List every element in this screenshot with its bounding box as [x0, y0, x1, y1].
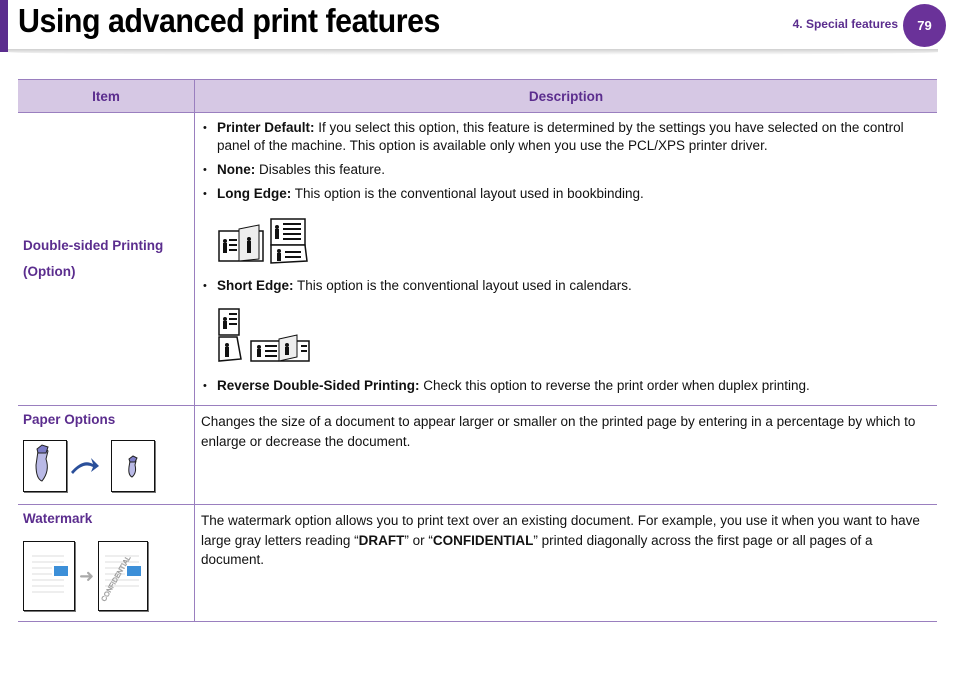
short-edge-binding-icon	[217, 307, 931, 365]
list-item: Long Edge: This option is the convention…	[201, 185, 931, 203]
column-header-description: Description	[194, 79, 937, 113]
item-cell: Paper Options	[18, 405, 195, 505]
page-number-badge: 79	[903, 4, 946, 47]
table-header-row: Item Description	[18, 79, 937, 113]
table-row: Watermark ➜ CONFIDENTIAL The watermark o…	[18, 504, 937, 622]
arrow-right-icon: ➜	[79, 565, 95, 586]
description-cell: The watermark option allows you to print…	[194, 504, 937, 622]
column-header-item: Item	[18, 79, 195, 113]
table-row: Paper Options Changes the size of a docu…	[18, 405, 937, 505]
long-edge-binding-icon	[217, 217, 931, 265]
description-cell: Changes the size of a document to appear…	[194, 405, 937, 505]
features-table: Item Description Double-sided Printing (…	[18, 79, 937, 622]
page-title: Using advanced print features	[18, 2, 440, 39]
item-cell: Double-sided Printing (Option)	[18, 112, 195, 406]
header-divider	[8, 49, 938, 55]
description-cell: Printer Default: If you select this opti…	[194, 112, 937, 406]
scale-document-icon	[23, 440, 189, 492]
item-cell: Watermark ➜ CONFIDENTIAL	[18, 504, 195, 622]
item-name: Double-sided Printing (Option)	[23, 238, 164, 279]
description-text: The watermark option allows you to print…	[201, 513, 920, 567]
item-name: Paper Options	[23, 412, 116, 427]
title-accent-bar	[0, 0, 8, 52]
option-list: Printer Default: If you select this opti…	[201, 119, 931, 203]
section-label: 4. Special features	[792, 17, 898, 31]
watermark-icon: ➜ CONFIDENTIAL	[23, 541, 189, 611]
list-item: Short Edge: This option is the conventio…	[201, 277, 931, 295]
list-item: Reverse Double-Sided Printing: Check thi…	[201, 377, 931, 395]
list-item: None: Disables this feature.	[201, 161, 931, 179]
table-row: Double-sided Printing (Option) Printer D…	[18, 112, 937, 406]
list-item: Printer Default: If you select this opti…	[201, 119, 931, 155]
item-name: Watermark	[23, 511, 93, 526]
description-text: Changes the size of a document to appear…	[201, 414, 916, 449]
